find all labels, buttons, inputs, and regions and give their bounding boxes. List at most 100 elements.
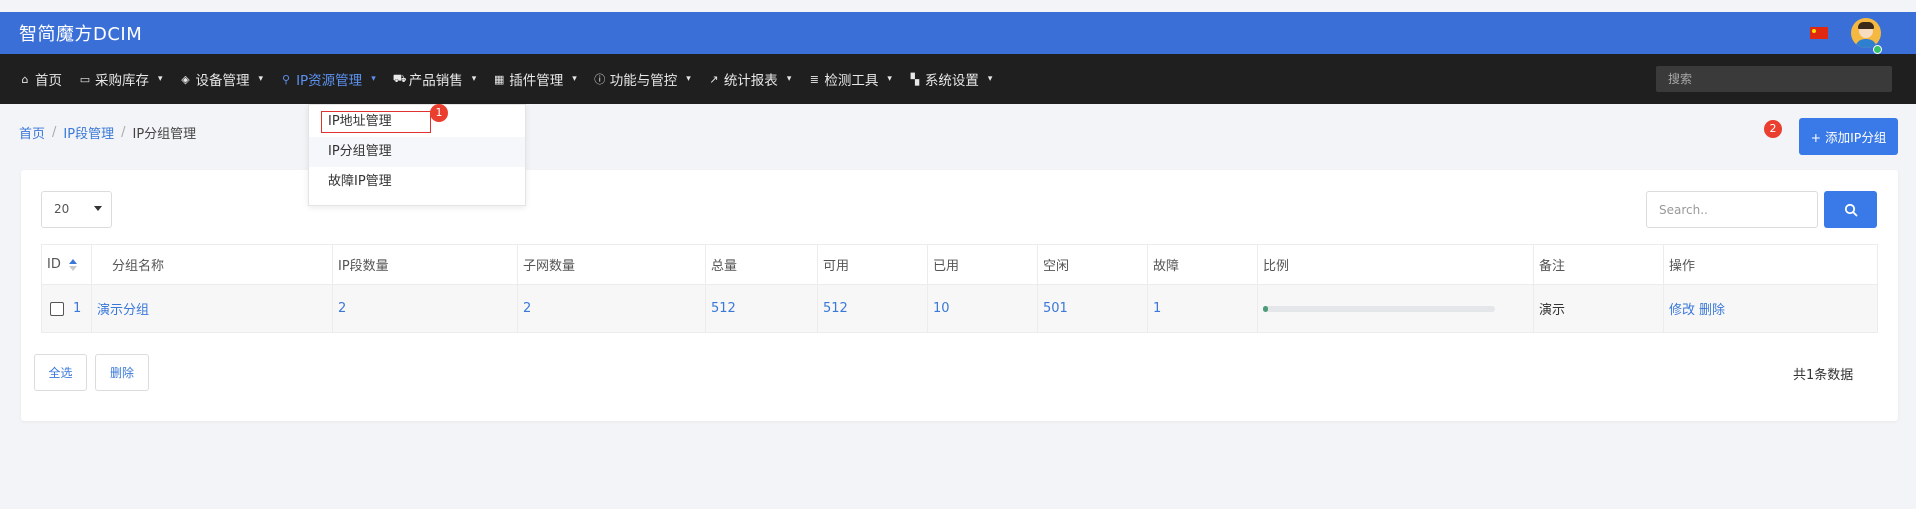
- search-button[interactable]: [1824, 191, 1877, 228]
- col-used: 已用: [927, 244, 1038, 285]
- breadcrumb-separator: /: [121, 125, 126, 140]
- dropdown-item-ip-address[interactable]: IP地址管理: [309, 107, 525, 137]
- chevron-down-icon: ▾: [371, 74, 376, 84]
- cell-ratio: [1257, 284, 1534, 333]
- home-icon: ⌂: [21, 72, 29, 86]
- nav-item-label: 首页: [35, 73, 62, 89]
- nav-item-label: 采购库存: [95, 73, 149, 89]
- col-subnet-count: 子网数量: [517, 244, 706, 285]
- usage-progress-bar: [1263, 305, 1495, 312]
- chevron-down-icon: ▾: [158, 74, 163, 84]
- nav-item-1[interactable]: ▭ 采购库存 ▾: [79, 69, 163, 90]
- chevron-down-icon: ▾: [686, 74, 691, 84]
- chevron-down-icon: ▾: [786, 74, 792, 84]
- chevron-down-icon: ▾: [572, 74, 577, 84]
- nav-menu: ⌂ 首页 ▭ 采购库存 ▾ ◈ 设备管理 ▾ ⚲ IP资源管理 ▾ ⛟ 产品销售 ▾ ▦ 插件管理 ▾ ⓘ 功能与管…: [19, 54, 1009, 104]
- chevron-down-icon: ▾: [987, 74, 993, 84]
- sort-icon[interactable]: [68, 258, 77, 271]
- breadcrumb: 首页 / IP段管理 / IP分组管理: [19, 123, 196, 142]
- cell-used[interactable]: 10: [927, 284, 1038, 333]
- inbox-icon: ▭: [79, 72, 91, 86]
- row-checkbox[interactable]: [50, 301, 64, 316]
- nav-item-label: 系统设置: [924, 73, 979, 89]
- user-avatar[interactable]: [1851, 18, 1881, 48]
- cell-group-name[interactable]: 演示分组: [91, 284, 333, 333]
- usage-progress-fill: [1263, 305, 1268, 312]
- add-ip-group-button[interactable]: + 添加IP分组: [1799, 118, 1898, 155]
- step-badge-2: 2: [1764, 120, 1782, 138]
- cell-remark: 演示: [1533, 284, 1664, 333]
- col-remark: 备注: [1533, 244, 1664, 285]
- brand-logo[interactable]: 智简魔方DCIM: [19, 20, 142, 46]
- nav-item-label: 功能与管控: [609, 73, 678, 89]
- cell-free[interactable]: 501: [1037, 284, 1148, 333]
- page-size-select[interactable]: 20: [41, 191, 112, 228]
- nav-item-0[interactable]: ⌂ 首页: [19, 69, 63, 90]
- col-total: 总量: [705, 244, 818, 285]
- nav-item-2[interactable]: ◈ 设备管理 ▾: [180, 69, 263, 90]
- nav-item-7[interactable]: ↗ 统计报表 ▾: [708, 69, 792, 90]
- cell-segment-count[interactable]: 2: [332, 284, 518, 333]
- cart-icon: ⛟: [392, 71, 407, 85]
- nav-item-4[interactable]: ⛟ 产品销售 ▾: [392, 69, 477, 90]
- online-status-dot: [1873, 45, 1882, 54]
- line-chart-icon: ↗: [709, 72, 719, 86]
- col-available: 可用: [817, 244, 928, 285]
- map-marker-icon: ⚲: [282, 72, 291, 86]
- cell-actions: 修改 删除: [1663, 284, 1878, 333]
- table-row: 1 演示分组 2 2 512 512 10 501 1 演示 修改 删除: [41, 284, 1878, 333]
- breadcrumb-ip-segment[interactable]: IP段管理: [63, 123, 114, 142]
- col-fault: 故障: [1147, 244, 1258, 285]
- col-ratio: 比例: [1257, 244, 1534, 285]
- nav-item-6[interactable]: ⓘ 功能与管控 ▾: [594, 69, 691, 89]
- ip-group-card: 20 ID 分组名称 IP段数量 子网数量 总量 可用 已用: [21, 170, 1898, 421]
- table-search-input[interactable]: [1646, 191, 1818, 228]
- caret-down-icon: [94, 206, 102, 211]
- nav-search-input[interactable]: [1656, 66, 1892, 92]
- dropdown-item-ip-group[interactable]: IP分组管理: [309, 137, 525, 167]
- nav-item-8[interactable]: ≣ 检测工具 ▾: [808, 69, 892, 90]
- chevron-down-icon: ▾: [887, 74, 892, 84]
- delete-link[interactable]: 删除: [1699, 303, 1725, 318]
- nav-item-label: 设备管理: [195, 73, 250, 89]
- page-size-value: 20: [54, 202, 70, 216]
- table-header-row: ID 分组名称 IP段数量 子网数量 总量 可用 已用 空闲 故障 比例 备注 …: [41, 244, 1878, 285]
- ip-resource-dropdown: IP地址管理 IP分组管理 故障IP管理: [308, 104, 526, 206]
- row-id[interactable]: 1: [73, 301, 81, 316]
- cell-total[interactable]: 512: [705, 284, 818, 333]
- col-group-name: 分组名称: [91, 244, 333, 285]
- breadcrumb-current: IP分组管理: [132, 127, 197, 142]
- ip-group-table: ID 分组名称 IP段数量 子网数量 总量 可用 已用 空闲 故障 比例 备注 …: [41, 244, 1878, 333]
- avatar-hair: [1858, 22, 1874, 29]
- cell-id: 1: [41, 284, 92, 333]
- total-count-text: 共1条数据: [1793, 368, 1854, 383]
- cell-available[interactable]: 512: [817, 284, 928, 333]
- search-icon: [1844, 203, 1857, 216]
- list-icon: ≣: [809, 72, 819, 86]
- chevron-down-icon: ▾: [471, 74, 477, 84]
- col-actions: 操作: [1663, 244, 1878, 285]
- breadcrumb-home[interactable]: 首页: [19, 123, 45, 142]
- nav-item-5[interactable]: ▦ 插件管理 ▾: [493, 69, 577, 90]
- nav-item-3[interactable]: ⚲ IP资源管理 ▾: [280, 69, 376, 90]
- col-id[interactable]: ID: [41, 244, 92, 285]
- edit-link[interactable]: 修改: [1669, 303, 1695, 318]
- dropdown-item-fault-ip[interactable]: 故障IP管理: [309, 167, 525, 197]
- cell-fault[interactable]: 1: [1147, 284, 1258, 333]
- grid-icon: ▦: [494, 72, 505, 86]
- col-id-label: ID: [47, 257, 61, 272]
- nav-item-label: 统计报表: [723, 73, 778, 89]
- select-all-button[interactable]: 全选: [34, 354, 87, 391]
- top-header: 智简魔方DCIM: [0, 12, 1916, 54]
- nav-item-label: 检测工具: [824, 73, 879, 89]
- nav-item-9[interactable]: ▚ 系统设置 ▾: [909, 69, 993, 90]
- info-icon: ⓘ: [594, 73, 606, 86]
- nav-item-label: 插件管理: [509, 73, 564, 89]
- bulk-delete-button[interactable]: 删除: [95, 354, 149, 391]
- main-navbar: ⌂ 首页 ▭ 采购库存 ▾ ◈ 设备管理 ▾ ⚲ IP资源管理 ▾ ⛟ 产品销售 ▾ ▦ 插件管理 ▾ ⓘ 功能与管…: [0, 54, 1916, 104]
- cell-subnet-count[interactable]: 2: [517, 284, 706, 333]
- th-large-icon: ▚: [910, 72, 920, 86]
- china-flag-icon[interactable]: [1810, 27, 1828, 39]
- step-badge-1: 1: [430, 104, 448, 122]
- col-segment-count: IP段数量: [332, 244, 518, 285]
